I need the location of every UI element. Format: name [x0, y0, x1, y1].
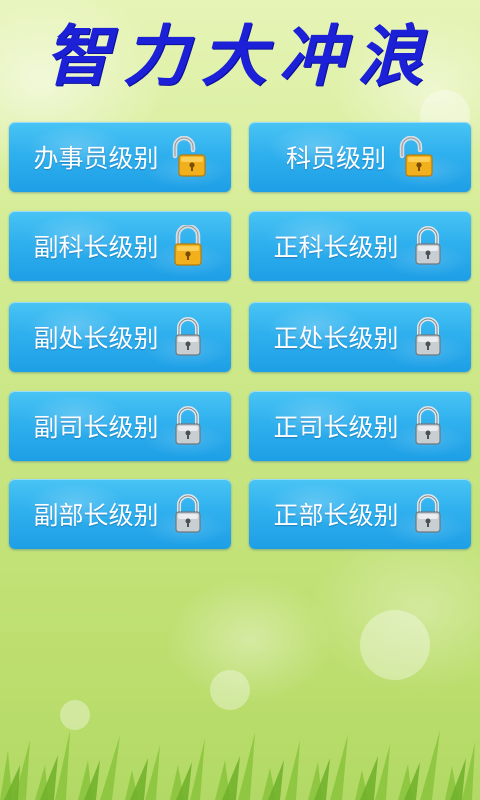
locked-gray-lock-icon	[174, 406, 201, 445]
locked-gray-lock-icon	[174, 494, 201, 533]
level-label: 正部长级别	[273, 501, 399, 530]
level-label: 正司长级别	[273, 413, 399, 442]
level-label: 正科长级别	[273, 233, 399, 262]
level-label: 副部长级别	[33, 501, 159, 530]
locked-gray-lock-icon	[414, 494, 441, 533]
unlocked-gold-lock-icon	[399, 136, 433, 177]
level-grid: 办事员级别 科员级别 副科长级别 正科长级别 副处长级别 正处长级别 副司长级别…	[0, 0, 480, 560]
unlocked-gold-lock-icon	[172, 136, 206, 177]
background-bokeh	[210, 670, 250, 710]
level-button-staff[interactable]: 科员级别	[249, 122, 471, 192]
level-label: 副处长级别	[33, 324, 159, 353]
locked-gray-lock-icon	[414, 406, 441, 445]
unlocked-gold-lock-icon	[173, 225, 202, 266]
level-label: 正处长级别	[273, 324, 399, 353]
level-button-deputy-section-chief[interactable]: 副科长级别	[9, 211, 231, 281]
level-label: 科员级别	[285, 144, 386, 173]
locked-gray-lock-icon	[414, 317, 441, 356]
level-button-section-chief[interactable]: 正科长级别	[249, 211, 471, 281]
level-button-minister[interactable]: 正部长级别	[249, 479, 471, 549]
level-label: 副司长级别	[33, 413, 159, 442]
level-button-deputy-bureau-director[interactable]: 副司长级别	[9, 391, 231, 461]
level-label: 办事员级别	[33, 144, 159, 173]
level-button-bureau-director[interactable]: 正司长级别	[249, 391, 471, 461]
level-button-clerk[interactable]: 办事员级别	[9, 122, 231, 192]
level-button-division-chief[interactable]: 正处长级别	[249, 302, 471, 372]
locked-gray-lock-icon	[414, 226, 441, 265]
grass-decoration	[0, 730, 475, 800]
locked-gray-lock-icon	[174, 317, 201, 356]
level-button-vice-minister[interactable]: 副部长级别	[9, 479, 231, 549]
level-button-deputy-division-chief[interactable]: 副处长级别	[9, 302, 231, 372]
background-bokeh	[360, 610, 430, 680]
level-label: 副科长级别	[33, 233, 159, 262]
